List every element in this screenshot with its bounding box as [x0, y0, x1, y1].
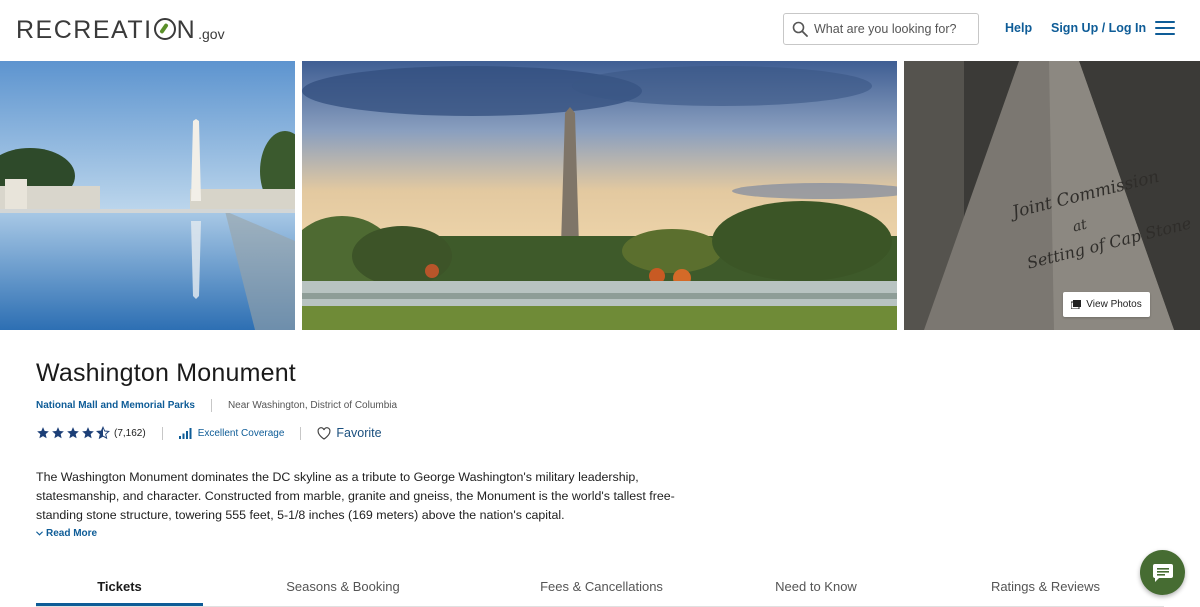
- tab-fees-cancellations[interactable]: Fees & Cancellations: [494, 579, 709, 594]
- photo-gallery: Joint Commission at Setting of Cap Stone: [0, 61, 1200, 330]
- parent-area-link[interactable]: National Mall and Memorial Parks: [36, 400, 195, 411]
- favorite-button[interactable]: Favorite: [317, 426, 382, 440]
- site-logo[interactable]: RECREATI N .gov: [16, 14, 225, 44]
- divider: [161, 426, 163, 440]
- chat-button[interactable]: [1140, 550, 1185, 595]
- view-photos-button[interactable]: View Photos: [1063, 292, 1150, 317]
- star-icon: [37, 427, 49, 439]
- gallery-photo-monument-sunset[interactable]: [302, 61, 897, 330]
- tab-tickets[interactable]: Tickets: [36, 579, 203, 594]
- cell-coverage[interactable]: Excellent Coverage: [178, 427, 285, 439]
- rating-count[interactable]: (7,162): [114, 428, 146, 439]
- site-header: RECREATIN .gov Help Sign Up / Log In: [0, 0, 1200, 61]
- rating-row: (7,162) Excellent Coverage Favorite: [36, 425, 382, 441]
- chat-icon: [1152, 563, 1173, 582]
- menu-icon[interactable]: [1155, 21, 1175, 37]
- star-half-icon: [96, 426, 110, 440]
- active-tab-indicator: [36, 603, 203, 606]
- page-title: Washington Monument: [36, 359, 296, 387]
- tab-seasons-booking[interactable]: Seasons & Booking: [248, 579, 438, 594]
- star-icon: [82, 427, 94, 439]
- help-link[interactable]: Help: [1005, 21, 1032, 35]
- signup-login-link[interactable]: Sign Up / Log In: [1051, 21, 1146, 35]
- search-icon: [792, 21, 808, 37]
- gallery-photo-reflecting-pool[interactable]: [0, 61, 295, 330]
- signal-icon: [178, 427, 192, 439]
- tab-need-to-know[interactable]: Need to Know: [756, 579, 876, 594]
- star-icon: [67, 427, 79, 439]
- section-tabs: Tickets Seasons & Booking Fees & Cancell…: [36, 570, 1164, 607]
- divider: [300, 426, 302, 440]
- facility-description: The Washington Monument dominates the DC…: [36, 470, 675, 522]
- favorite-label: Favorite: [336, 426, 382, 440]
- view-photos-label: View Photos: [1086, 299, 1142, 310]
- divider: [210, 398, 212, 412]
- gallery-photo-capstone[interactable]: Joint Commission at Setting of Cap Stone: [904, 61, 1200, 330]
- location-text: Near Washington, District of Columbia: [227, 399, 398, 411]
- read-more-label: Read More: [46, 528, 98, 539]
- facility-meta: National Mall and Memorial Parks Near Wa…: [36, 398, 397, 412]
- logo-suffix: .gov: [198, 26, 225, 42]
- search-box[interactable]: [783, 13, 979, 45]
- tab-ratings-reviews[interactable]: Ratings & Reviews: [968, 579, 1123, 594]
- star-rating[interactable]: [36, 426, 111, 440]
- read-more-link[interactable]: Read More: [36, 528, 97, 539]
- chevron-down-icon: [36, 531, 43, 536]
- search-input[interactable]: [814, 19, 974, 39]
- star-icon: [52, 427, 64, 439]
- photo-icon: [1071, 300, 1082, 309]
- heart-icon: [317, 426, 331, 440]
- coverage-label: Excellent Coverage: [197, 427, 285, 439]
- logo-text: RECREATI N: [16, 16, 197, 44]
